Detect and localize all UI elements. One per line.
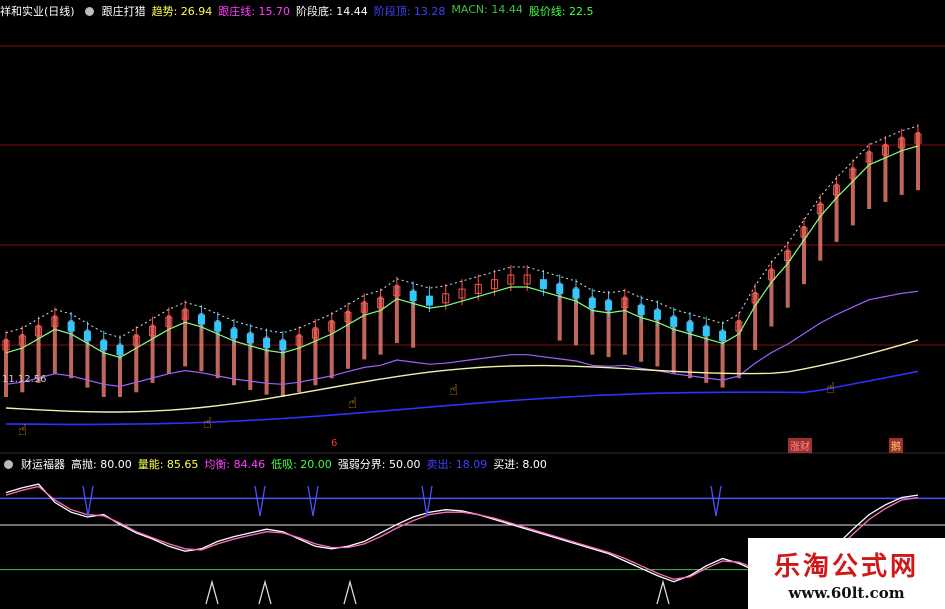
candle-body-17 — [279, 340, 287, 351]
settings-icon[interactable] — [84, 6, 94, 16]
bottom-legend-item-5: 卖出: 18.09 — [426, 458, 488, 471]
top-legend: 祥和实业(日线) 跟庄打猎 趋势: 26.94 跟庄线: 15.70 阶段底: 14… — [0, 2, 594, 20]
candle-body-15 — [246, 333, 254, 344]
bottom-legend: 财运福器 高抛: 80.00 量能: 85.65 均衡: 84.46 低吸: 20.0… — [0, 455, 547, 473]
support-line-blue — [5, 370, 919, 426]
bottom-legend-item-0: 高抛: 80.00 — [71, 458, 132, 471]
top-legend-item-3: 阶段顶: 13.28 — [373, 5, 446, 18]
candle-body-41 — [670, 316, 678, 327]
candle-body-34 — [556, 283, 564, 294]
bottom-legend-item-6: 买进: 8.00 — [493, 458, 547, 471]
candle-body-44 — [719, 330, 727, 341]
top-legend-items: 趋势: 26.94 跟庄线: 15.70 阶段底: 14.44 阶段顶: 13.28 M… — [152, 3, 594, 19]
candle-body-42 — [686, 321, 694, 332]
top-legend-item-4: MACN: 14.44 — [451, 3, 523, 16]
candle-body-14 — [230, 328, 238, 339]
watermark-title: 乐淘公式网 — [773, 552, 919, 582]
buy-signal-0 — [205, 579, 219, 605]
candle-body-5 — [83, 330, 91, 341]
hand-pointer-icon-0: ☝ — [18, 421, 27, 439]
top-legend-item-5: 股价线: 22.5 — [528, 5, 594, 18]
chart-stage: ☝ ☝ ☝ ☝ ☝ 祥和实业(日线) 跟庄打猎 趋势: 26.94 跟庄线: 15.70 阶… — [0, 0, 945, 609]
candle-body-43 — [702, 326, 710, 337]
bottom-legend-item-1: 量能: 85.65 — [137, 458, 199, 471]
candle-body-16 — [263, 337, 271, 348]
sell-signal-2 — [307, 485, 319, 517]
sell-signal-0 — [82, 485, 94, 517]
mark-buy-1: 涨财 — [788, 438, 812, 453]
hand-pointer-icon-1: ☝ — [203, 414, 212, 432]
ma-dotted-line — [5, 125, 919, 339]
buy-signal-1 — [258, 579, 272, 605]
hand-pointer-icon-3: ☝ — [449, 381, 458, 399]
buy-signal-2 — [343, 579, 357, 605]
hand-pointer-icon-4: ☝ — [826, 379, 835, 397]
candle-body-7 — [116, 345, 124, 355]
ma-green-line — [5, 145, 919, 359]
candle-body-13 — [214, 321, 222, 332]
top-legend-item-0: 趋势: 26.94 — [151, 5, 213, 18]
top-legend-item-2: 阶段底: 14.44 — [296, 5, 368, 18]
bottom-legend-items: 高抛: 80.00 量能: 85.65 均衡: 84.46 低吸: 20.00 强弱分界… — [71, 456, 547, 472]
indicator-name: 跟庄打猎 — [101, 5, 146, 18]
sell-signal-4 — [710, 485, 722, 517]
candle-body-40 — [653, 309, 661, 320]
bottom-legend-item-2: 均衡: 84.46 — [204, 458, 266, 471]
bottom-legend-item-3: 低吸: 20.00 — [271, 458, 332, 471]
sell-signal-1 — [254, 485, 266, 517]
indicator-name-bottom: 财运福器 — [21, 458, 65, 471]
candle-body-37 — [605, 300, 613, 311]
watermark-url: www.60lt.com — [788, 584, 905, 602]
candle-body-12 — [197, 314, 205, 325]
mark-six: 6 — [331, 438, 338, 449]
candle-body-33 — [539, 279, 547, 290]
hand-pointer-icon-2: ☝ — [348, 394, 357, 412]
mark-buy-2: 鹅 — [889, 438, 903, 453]
chart-canvas: ☝ ☝ ☝ ☝ ☝ — [0, 45, 945, 605]
candle-body-35 — [572, 288, 580, 299]
candle-body-26 — [425, 295, 433, 306]
bottom-legend-item-4: 强弱分界: 50.00 — [337, 458, 421, 471]
support-line-yellow — [5, 339, 919, 413]
stock-name: 祥和实业(日线) — [0, 5, 75, 18]
candle-body-25 — [409, 290, 417, 301]
top-legend-item-1: 跟庄线: 15.70 — [218, 5, 290, 18]
buy-signal-3 — [656, 579, 670, 605]
candle-body-4 — [67, 321, 75, 332]
candle-body-36 — [588, 298, 596, 308]
candle-body-39 — [637, 305, 645, 316]
price-tag: 11.12.56 — [2, 374, 47, 385]
settings-icon[interactable] — [4, 459, 13, 469]
candle-body-6 — [100, 340, 108, 351]
watermark: 乐淘公式网 www.60lt.com — [748, 538, 945, 609]
